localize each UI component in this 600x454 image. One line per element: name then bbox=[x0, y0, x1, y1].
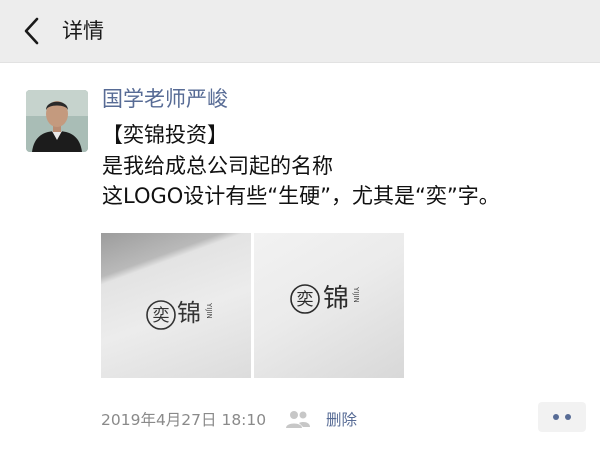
post-image[interactable]: 奕 锦 YIJIN bbox=[101, 233, 251, 378]
people-icon[interactable] bbox=[285, 408, 311, 432]
post-content: 【奕锦投资】 是我给成总公司起的名称 这LOGO设计有些“生硬”，尤其是“奕”字… bbox=[102, 120, 592, 212]
avatar-image bbox=[26, 90, 88, 152]
post-line: 这LOGO设计有些“生硬”，尤其是“奕”字。 bbox=[102, 184, 500, 208]
more-dots-icon bbox=[553, 414, 559, 420]
top-bar: 详情 bbox=[0, 0, 600, 63]
author-name[interactable]: 国学老师严峻 bbox=[102, 83, 228, 115]
page-title: 详情 bbox=[62, 19, 104, 43]
post-image[interactable]: 奕 锦 YIJIN bbox=[254, 233, 404, 378]
logo-graphic: 奕 锦 YIJIN bbox=[290, 284, 360, 314]
avatar[interactable] bbox=[26, 90, 88, 152]
logo-char: 奕 bbox=[153, 306, 170, 326]
logo-small-text: YIJIN bbox=[205, 302, 213, 319]
more-button[interactable] bbox=[538, 402, 586, 432]
logo-graphic: 奕 锦 YIJIN bbox=[146, 299, 213, 330]
logo-char: 锦 bbox=[177, 299, 201, 327]
chevron-left-icon bbox=[24, 17, 39, 45]
logo-small-text: YIJIN bbox=[352, 286, 360, 303]
post-timestamp: 2019年4月27日 18:10 bbox=[101, 411, 267, 429]
delete-button[interactable]: 删除 bbox=[326, 406, 357, 434]
logo-char: 奕 bbox=[297, 290, 314, 310]
back-button[interactable] bbox=[14, 13, 50, 49]
post-line: 【奕锦投资】 bbox=[102, 123, 228, 147]
more-dots-icon bbox=[565, 414, 571, 420]
post-line: 是我给成总公司起的名称 bbox=[102, 153, 333, 178]
logo-char: 锦 bbox=[323, 284, 349, 314]
